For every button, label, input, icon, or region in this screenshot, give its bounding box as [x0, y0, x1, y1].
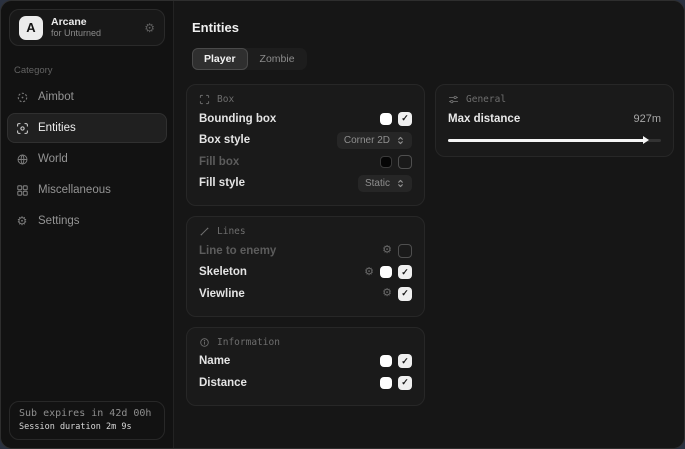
sidebar-item-label: Settings [38, 215, 80, 227]
checkbox[interactable] [398, 244, 412, 258]
main-content: Entities Player Zombie Box [174, 1, 685, 448]
setting-row-box-style: Box style Corner 2D [199, 130, 412, 152]
setting-row-skeleton: Skeleton ⚙ ✓ [199, 262, 412, 284]
setting-row-line-to-enemy: Line to enemy ⚙ [199, 240, 412, 262]
gear-icon[interactable]: ⚙ [364, 267, 374, 278]
panel-lines: Lines Line to enemy ⚙ Skeleton ⚙ [186, 216, 425, 317]
panel-general: General Max distance 927m [435, 84, 674, 157]
checkbox[interactable]: ✓ [398, 376, 412, 390]
app-logo: A [19, 16, 43, 40]
globe-icon [15, 153, 29, 166]
chevron-up-down-icon [396, 136, 405, 145]
gear-icon[interactable]: ⚙ [382, 288, 392, 299]
checkbox[interactable] [398, 155, 412, 169]
slider-thumb[interactable] [643, 136, 649, 144]
checkbox[interactable]: ✓ [398, 265, 412, 279]
app-subtitle: for Unturned [51, 28, 136, 39]
crosshair-icon [15, 91, 29, 104]
sidebar-item-label: Entities [38, 122, 76, 134]
checkbox[interactable]: ✓ [398, 112, 412, 126]
setting-row-distance: Distance ✓ [199, 372, 412, 394]
session-duration-text: Session duration 2m 9s [19, 422, 155, 432]
sidebar: A Arcane for Unturned ⚙ Category Aimbot [1, 1, 174, 448]
setting-row-bounding-box: Bounding box ✓ [199, 108, 412, 130]
panel-information: Information Name ✓ Distance ✓ [186, 327, 425, 406]
diagonal-line-icon [199, 226, 210, 237]
subscription-card: Sub expires in 42d 00h Session duration … [9, 401, 165, 440]
corners-icon [199, 94, 210, 105]
max-distance-slider[interactable] [448, 135, 661, 145]
app-title: Arcane [51, 16, 136, 29]
scan-icon [15, 122, 29, 135]
sidebar-item-miscellaneous[interactable]: Miscellaneous [7, 175, 167, 205]
gear-icon[interactable]: ⚙ [382, 245, 392, 256]
sidebar-item-label: Aimbot [38, 91, 74, 103]
setting-row-name: Name ✓ [199, 351, 412, 373]
page-title: Entities [192, 20, 674, 35]
panel-title: Box [217, 94, 234, 105]
grid-icon [15, 184, 29, 197]
slider-value: 927m [633, 113, 661, 125]
sidebar-item-entities[interactable]: Entities [7, 113, 167, 143]
sidebar-nav: Aimbot Entities World [1, 82, 173, 237]
slider-fill [448, 139, 645, 142]
sidebar-item-aimbot[interactable]: Aimbot [7, 82, 167, 112]
tab-player[interactable]: Player [192, 48, 248, 70]
sidebar-item-world[interactable]: World [7, 144, 167, 174]
setting-row-max-distance: Max distance 927m [448, 108, 661, 130]
box-style-dropdown[interactable]: Corner 2D [337, 132, 412, 149]
panel-box: Box Bounding box ✓ Box style Corn [186, 84, 425, 206]
setting-row-viewline: Viewline ⚙ ✓ [199, 283, 412, 305]
sidebar-item-label: World [38, 153, 68, 165]
entity-tabs: Player Zombie [192, 48, 307, 70]
panel-title: General [466, 94, 506, 105]
sliders-icon [448, 94, 459, 105]
setting-row-fill-style: Fill style Static [199, 173, 412, 195]
sidebar-item-settings[interactable]: ⚙ Settings [7, 206, 167, 236]
color-swatch[interactable] [380, 377, 392, 389]
color-swatch[interactable] [380, 355, 392, 367]
panel-title: Lines [217, 226, 246, 237]
category-label: Category [14, 65, 160, 76]
fill-style-dropdown[interactable]: Static [358, 175, 412, 192]
info-icon [199, 337, 210, 348]
color-swatch[interactable] [380, 156, 392, 168]
brand-card: A Arcane for Unturned ⚙ [9, 9, 165, 46]
setting-row-fill-box: Fill box [199, 151, 412, 173]
panel-title: Information [217, 337, 280, 348]
brand-gear-icon[interactable]: ⚙ [144, 22, 155, 34]
color-swatch[interactable] [380, 113, 392, 125]
tab-zombie[interactable]: Zombie [248, 48, 307, 70]
color-swatch[interactable] [380, 266, 392, 278]
chevron-up-down-icon [396, 179, 405, 188]
sidebar-item-label: Miscellaneous [38, 184, 111, 196]
checkbox[interactable]: ✓ [398, 287, 412, 301]
checkbox[interactable]: ✓ [398, 354, 412, 368]
app-window: A Arcane for Unturned ⚙ Category Aimbot [0, 0, 685, 449]
sub-expiry-text: Sub expires in 42d 00h [19, 408, 155, 419]
gear-icon: ⚙ [15, 215, 29, 227]
